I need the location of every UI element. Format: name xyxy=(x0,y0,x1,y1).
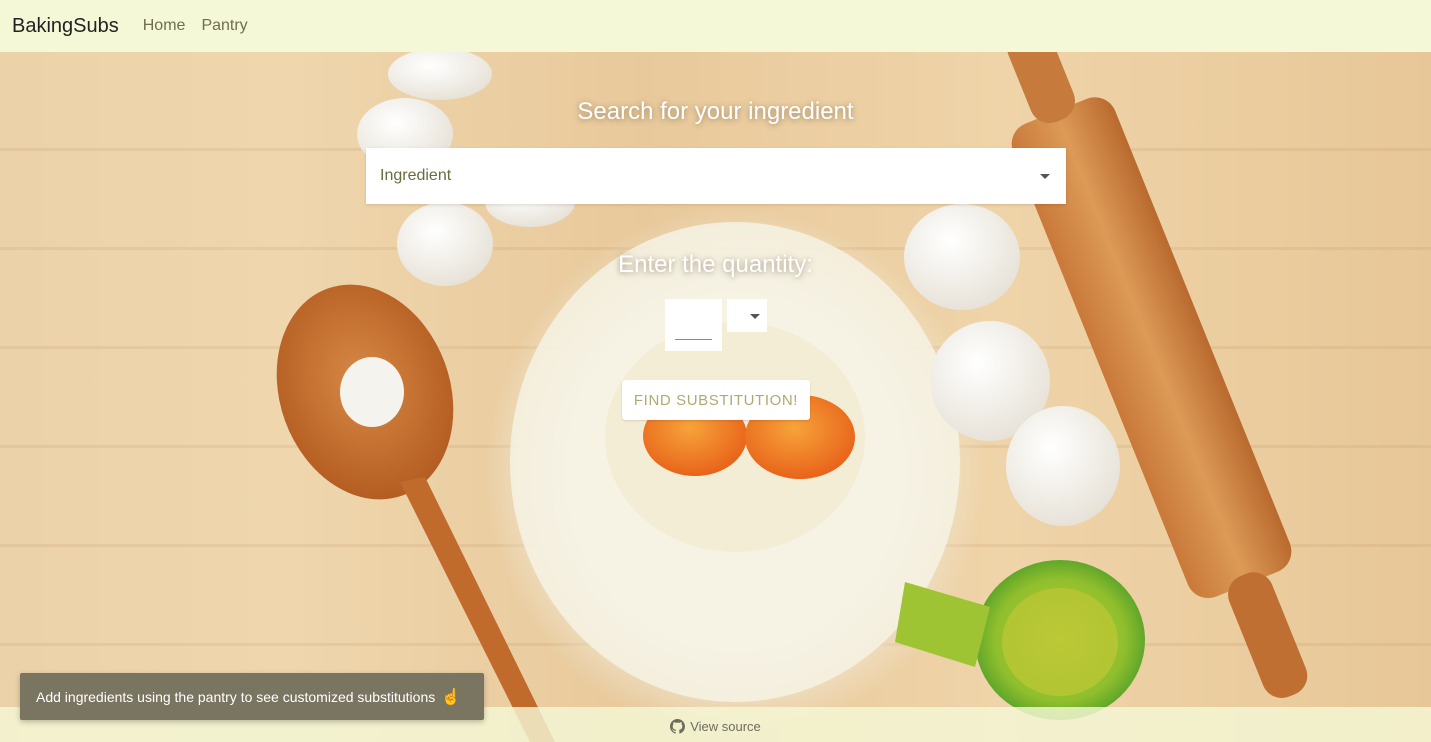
pointing-hand-icon: ☝ xyxy=(441,688,462,706)
find-substitution-button[interactable]: FIND SUBSTITUTION! xyxy=(622,380,810,420)
chevron-down-icon xyxy=(750,314,760,319)
nav-link-pantry[interactable]: Pantry xyxy=(201,17,247,35)
brand-logo[interactable]: BakingSubs xyxy=(12,15,119,38)
navbar: BakingSubs Home Pantry xyxy=(0,0,1431,52)
github-icon xyxy=(670,718,686,734)
quantity-heading: Enter the quantity: xyxy=(618,251,813,278)
nav-link-home[interactable]: Home xyxy=(143,17,186,35)
ingredient-select-label: Ingredient xyxy=(380,167,452,184)
view-source-link[interactable]: View source xyxy=(670,718,761,734)
toast-notification: Add ingredients using the pantry to see … xyxy=(20,673,484,720)
chevron-down-icon xyxy=(1040,174,1050,179)
quantity-input-underline xyxy=(675,339,712,340)
quantity-input[interactable] xyxy=(665,299,722,351)
unit-select[interactable] xyxy=(727,299,767,332)
toast-message: Add ingredients using the pantry to see … xyxy=(36,688,436,705)
search-heading: Search for your ingredient xyxy=(577,98,854,125)
view-source-label: View source xyxy=(690,718,761,734)
ingredient-select[interactable]: Ingredient xyxy=(366,148,1066,204)
